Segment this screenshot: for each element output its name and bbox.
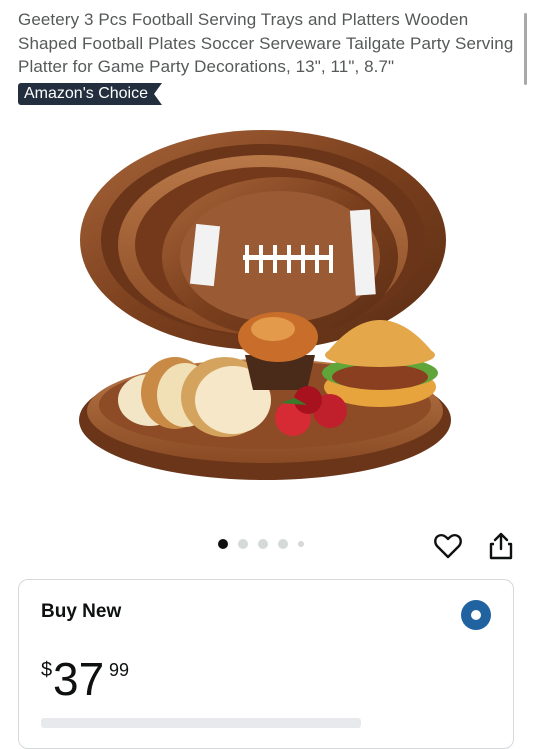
- cut-off-delivery-line: [41, 718, 361, 728]
- product-title: Geetery 3 Pcs Football Serving Trays and…: [18, 10, 514, 76]
- price-whole: 37: [53, 653, 105, 705]
- pagination-dot-2[interactable]: [238, 539, 248, 549]
- share-icon[interactable]: [486, 531, 516, 561]
- price-symbol: $: [41, 659, 53, 681]
- pagination-dot-4[interactable]: [278, 539, 288, 549]
- image-pagination-dots[interactable]: [218, 539, 304, 549]
- buy-new-title: Buy New: [41, 601, 122, 622]
- scrollbar[interactable]: [524, 13, 527, 85]
- pagination-dot-5[interactable]: [298, 541, 304, 547]
- football-trays-illustration: [79, 130, 451, 480]
- pagination-dot-3[interactable]: [258, 539, 268, 549]
- buy-new-card[interactable]: Buy New $ 37 99: [18, 579, 514, 749]
- price-fraction: 99: [109, 660, 130, 680]
- pagination-dot-1[interactable]: [218, 539, 228, 549]
- heart-icon[interactable]: [433, 531, 463, 561]
- amazons-choice-badge[interactable]: Amazon's Choice: [18, 83, 162, 105]
- product-image[interactable]: [75, 115, 460, 500]
- buy-new-radio[interactable]: [461, 600, 491, 630]
